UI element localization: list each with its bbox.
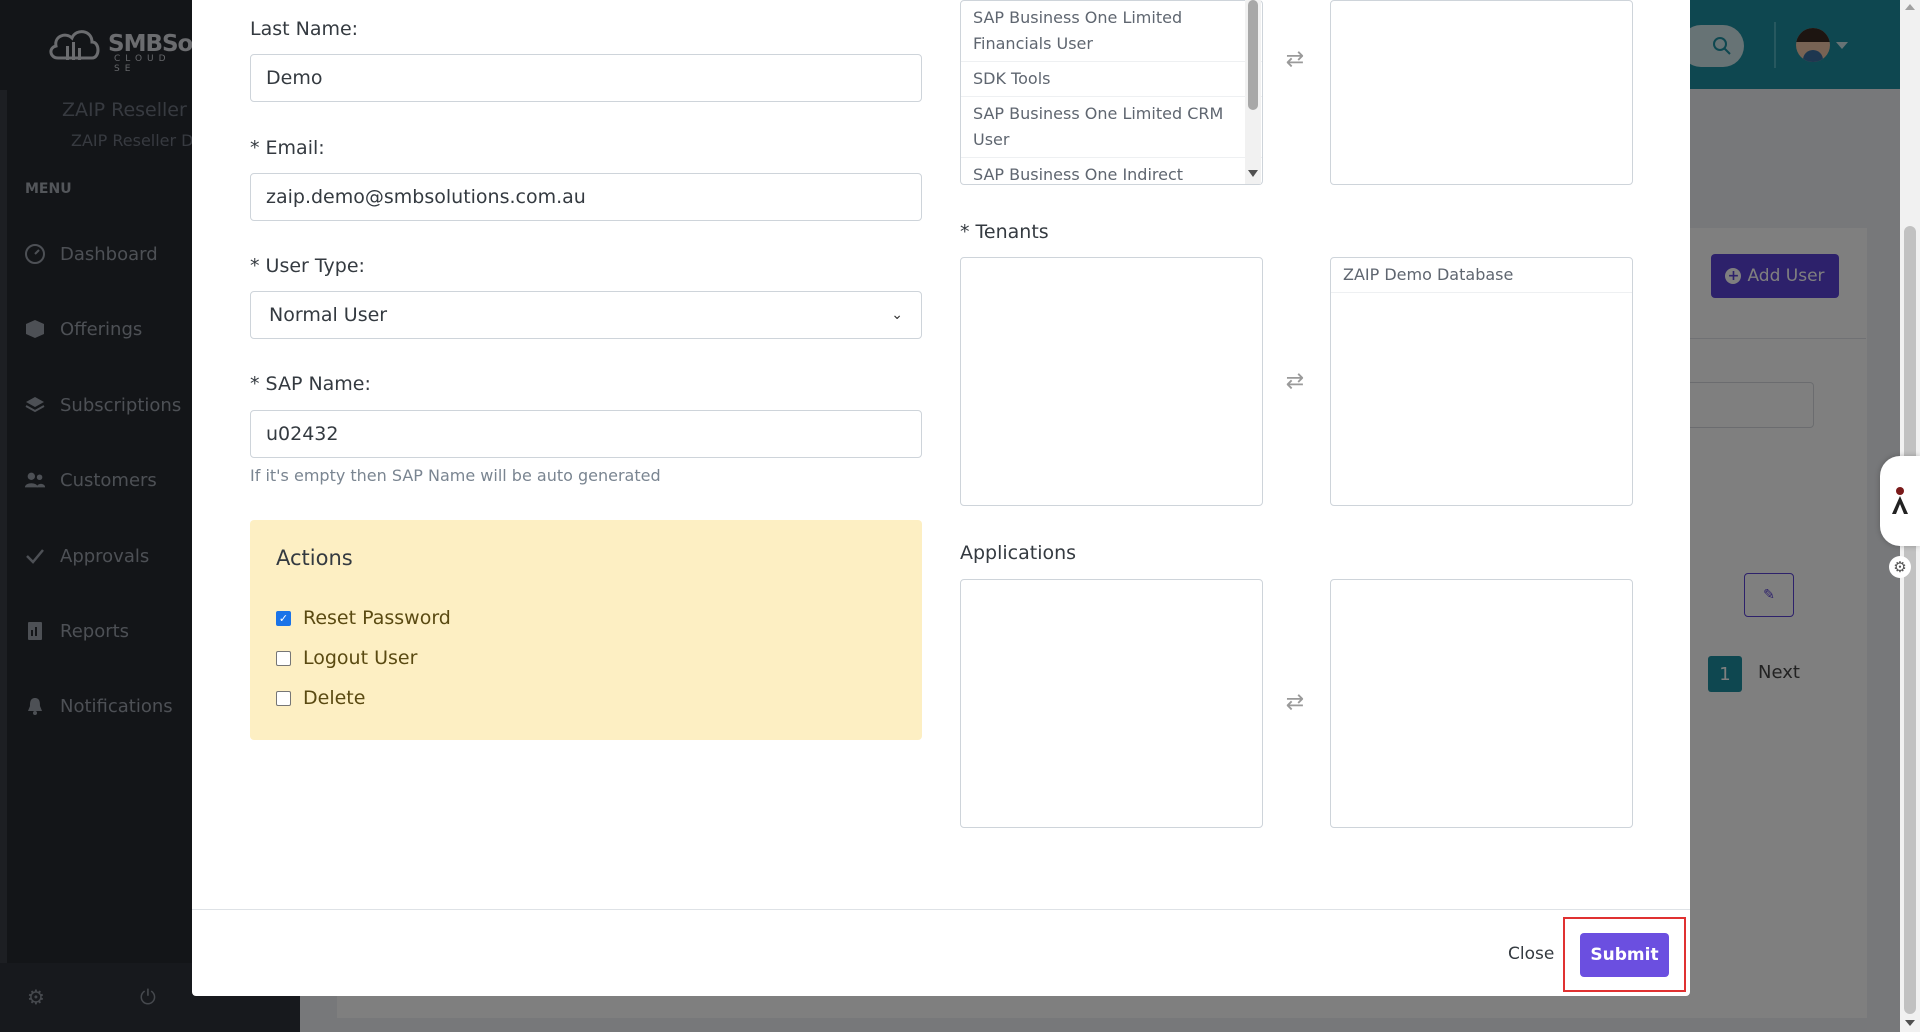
highlight-box <box>1563 917 1686 992</box>
license-list-scrollbar[interactable] <box>1245 0 1261 184</box>
logout-user-label: Logout User <box>303 647 418 669</box>
last-name-field[interactable] <box>250 54 922 102</box>
applications-label: Applications <box>960 542 1077 564</box>
scroll-down-icon[interactable] <box>1248 170 1258 177</box>
logout-user-checkbox[interactable] <box>276 650 291 666</box>
logout-user-option[interactable]: Logout User <box>276 647 417 669</box>
scroll-up-icon[interactable] <box>1905 4 1915 10</box>
list-item[interactable]: ZAIP Demo Database <box>1331 258 1632 293</box>
sap-name-label: * SAP Name: <box>250 373 371 395</box>
swap-arrows-icon[interactable]: ⇄ <box>1281 690 1309 715</box>
floating-help-tab[interactable] <box>1880 456 1920 546</box>
sap-name-hint: If it's empty then SAP Name will be auto… <box>250 466 661 485</box>
selected-tenants-list[interactable]: ZAIP Demo Database <box>1330 257 1633 506</box>
chevron-down-icon: ⌄ <box>891 307 903 323</box>
selected-licenses-list[interactable] <box>1330 0 1633 185</box>
delete-label: Delete <box>303 687 366 709</box>
available-tenants-list[interactable] <box>960 257 1263 506</box>
list-item[interactable]: SAP Business One Limited Financials User <box>961 1 1262 62</box>
email-field[interactable] <box>250 173 922 221</box>
swap-arrows-icon[interactable]: ⇄ <box>1281 47 1309 72</box>
scrollbar-thumb[interactable] <box>1248 0 1258 110</box>
list-item[interactable]: SDK Tools <box>961 62 1262 97</box>
user-type-value: Normal User <box>269 304 388 326</box>
sap-name-field[interactable] <box>250 410 922 458</box>
close-button[interactable]: Close <box>1508 944 1554 964</box>
list-item[interactable]: SAP Business One Limited CRM User <box>961 97 1262 158</box>
reset-password-checkbox[interactable]: ✓ <box>276 610 291 626</box>
user-type-select[interactable]: Normal User ⌄ <box>250 291 922 339</box>
scroll-down-icon[interactable] <box>1905 1020 1915 1026</box>
email-label: * Email: <box>250 137 325 159</box>
gear-icon[interactable]: ⚙ <box>1889 556 1911 578</box>
actions-title: Actions <box>276 546 353 570</box>
last-name-label: Last Name: <box>250 18 359 40</box>
scrollbar-thumb[interactable] <box>1904 226 1916 1014</box>
list-item[interactable]: SAP Business One Indirect <box>961 158 1262 184</box>
swap-arrows-icon[interactable]: ⇄ <box>1281 369 1309 394</box>
selected-applications-list[interactable] <box>1330 579 1633 828</box>
available-applications-list[interactable] <box>960 579 1263 828</box>
delete-checkbox[interactable] <box>276 690 291 706</box>
user-type-label: * User Type: <box>250 255 365 277</box>
reset-password-option[interactable]: ✓ Reset Password <box>276 607 451 629</box>
modal-footer-divider <box>192 909 1690 910</box>
tenants-label: * Tenants <box>960 221 1049 243</box>
reset-password-label: Reset Password <box>303 607 451 629</box>
delete-option[interactable]: Delete <box>276 687 365 709</box>
available-licenses-list[interactable]: SAP Business One Limited Financials User… <box>960 0 1263 185</box>
person-logo-icon <box>1892 487 1908 514</box>
